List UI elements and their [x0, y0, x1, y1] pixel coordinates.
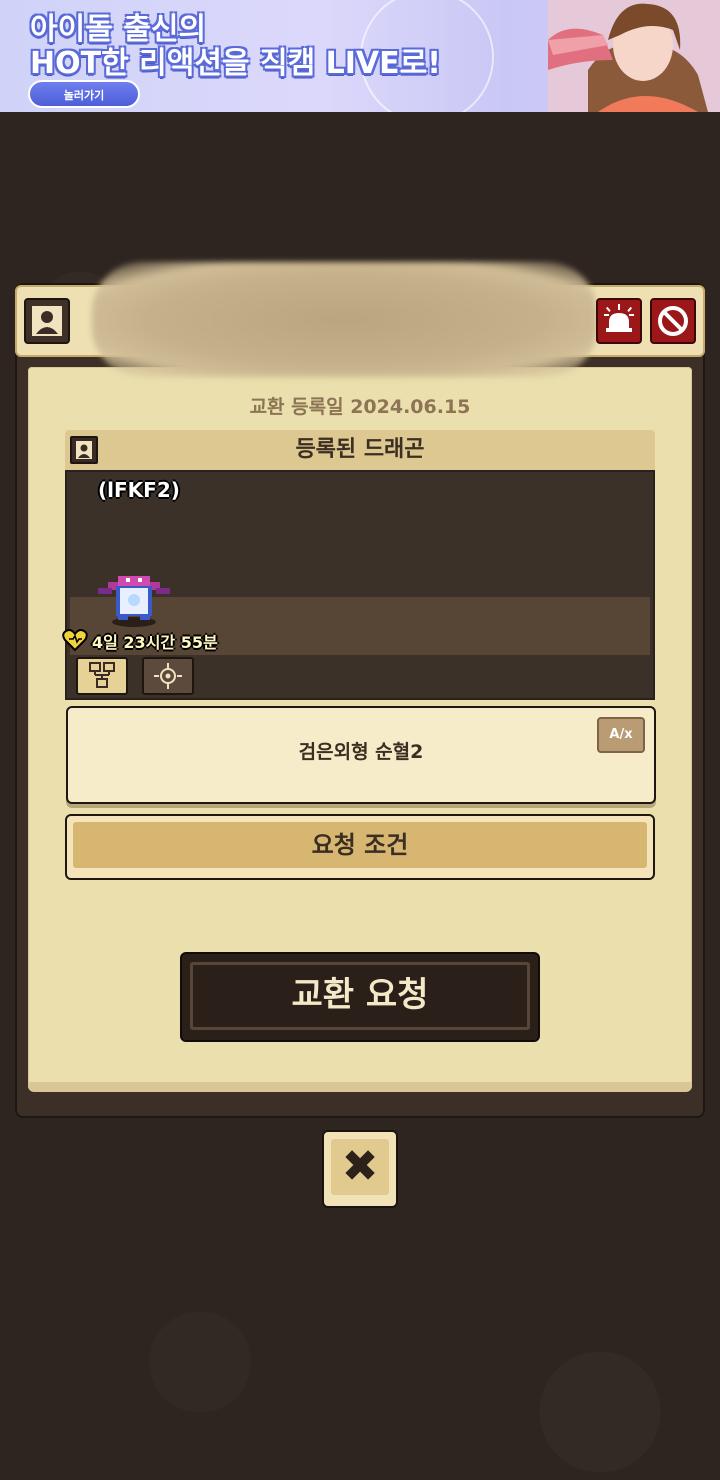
banner-cta-button[interactable]: 놀러가기 [28, 80, 140, 108]
dragon-name: (lFKF2) [98, 478, 180, 502]
description-text: 검은외형 순혈2 [298, 741, 424, 763]
panel-paper-edge [28, 1082, 692, 1092]
block-icon [658, 306, 688, 336]
owner-name-blurred [92, 262, 597, 377]
report-button[interactable] [596, 298, 642, 344]
dragon-sprite[interactable] [94, 570, 174, 630]
request-conditions-label: 요청 조건 [311, 831, 409, 859]
profile-icon [32, 306, 62, 336]
trade-request-label: 교환 요청 [291, 975, 429, 1015]
section-title: 등록된 드래곤 [295, 437, 425, 462]
target-icon [154, 663, 182, 689]
siren-icon [604, 304, 634, 332]
banner-model-image [548, 0, 720, 112]
ad-banner[interactable]: 아이돌 출신의 HOT한 리액션을 직캠 LIVE로! 놀러가기 [0, 0, 720, 112]
tree-icon [89, 662, 115, 688]
remaining-time: 4일 23시간 55분 [92, 633, 218, 652]
lineage-button[interactable] [76, 657, 128, 695]
banner-headline-2: HOT한 리액션을 직캠 LIVE로! [30, 46, 441, 81]
block-button[interactable] [650, 298, 696, 344]
close-icon: ✖ [341, 1141, 379, 1192]
translate-button[interactable]: A/x [597, 717, 645, 753]
heart-icon [62, 629, 88, 652]
registration-date: 교환 등록일 2024.06.15 [249, 396, 471, 418]
profile-button[interactable] [24, 298, 70, 344]
translate-icon: A/x [609, 727, 633, 742]
focus-button[interactable] [142, 657, 194, 695]
